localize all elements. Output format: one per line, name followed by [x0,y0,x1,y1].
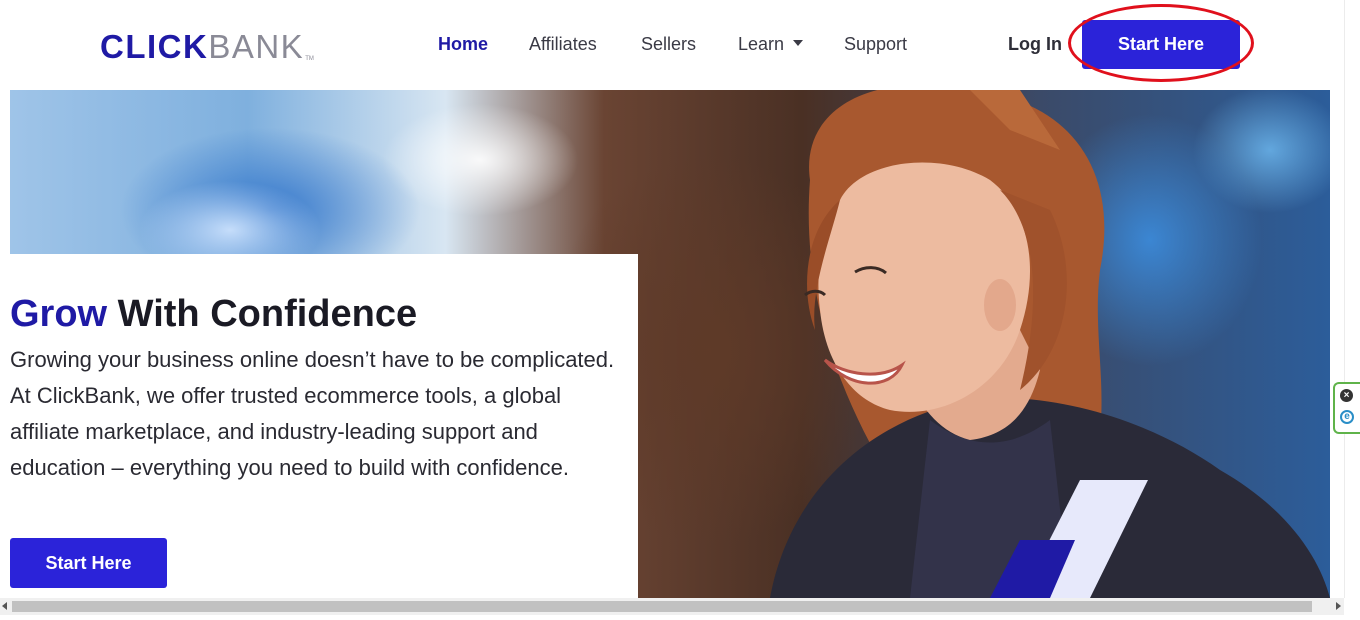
start-here-button-header[interactable]: Start Here [1082,20,1240,69]
logo-bank-text: BANK [208,28,305,65]
nav-learn[interactable]: Learn [738,33,804,55]
hero-text-card: Grow With Confidence Growing your busine… [10,254,638,598]
logo-click-text: CLICK [100,28,209,65]
extension-icon[interactable]: e [1340,410,1354,424]
close-icon[interactable]: × [1340,389,1353,402]
nav-support[interactable]: Support [844,33,907,55]
site-header: CLICK BANK TM Home Affiliates Sellers Lear… [0,0,1344,90]
headline-strong: Grow [10,293,108,335]
scroll-left-icon[interactable] [2,602,7,610]
vertical-scrollbar[interactable] [1344,0,1360,598]
horizontal-scrollbar[interactable] [0,598,1344,615]
logo-trademark: TM [305,56,314,62]
login-link[interactable]: Log In [1008,33,1062,55]
start-here-button-hero[interactable]: Start Here [10,538,167,588]
nav-home[interactable]: Home [438,33,488,55]
nav-affiliates[interactable]: Affiliates [529,33,597,55]
hero-body-text: Growing your business online doesn’t hav… [10,347,615,480]
brand-slash-graphic [990,480,1148,598]
clickbank-logo[interactable]: CLICK BANK TM [100,27,314,63]
chevron-down-icon [793,40,804,47]
nav-sellers[interactable]: Sellers [641,33,696,55]
scroll-right-icon[interactable] [1336,602,1341,610]
hero-headline: Grow With Confidence [10,291,417,337]
scrollbar-thumb[interactable] [12,601,1312,612]
extension-side-widget[interactable]: × e [1333,382,1360,434]
headline-rest: With Confidence [107,293,418,335]
hero-section: Grow With Confidence Growing your busine… [10,90,1330,598]
nav-learn-label: Learn [738,34,785,54]
